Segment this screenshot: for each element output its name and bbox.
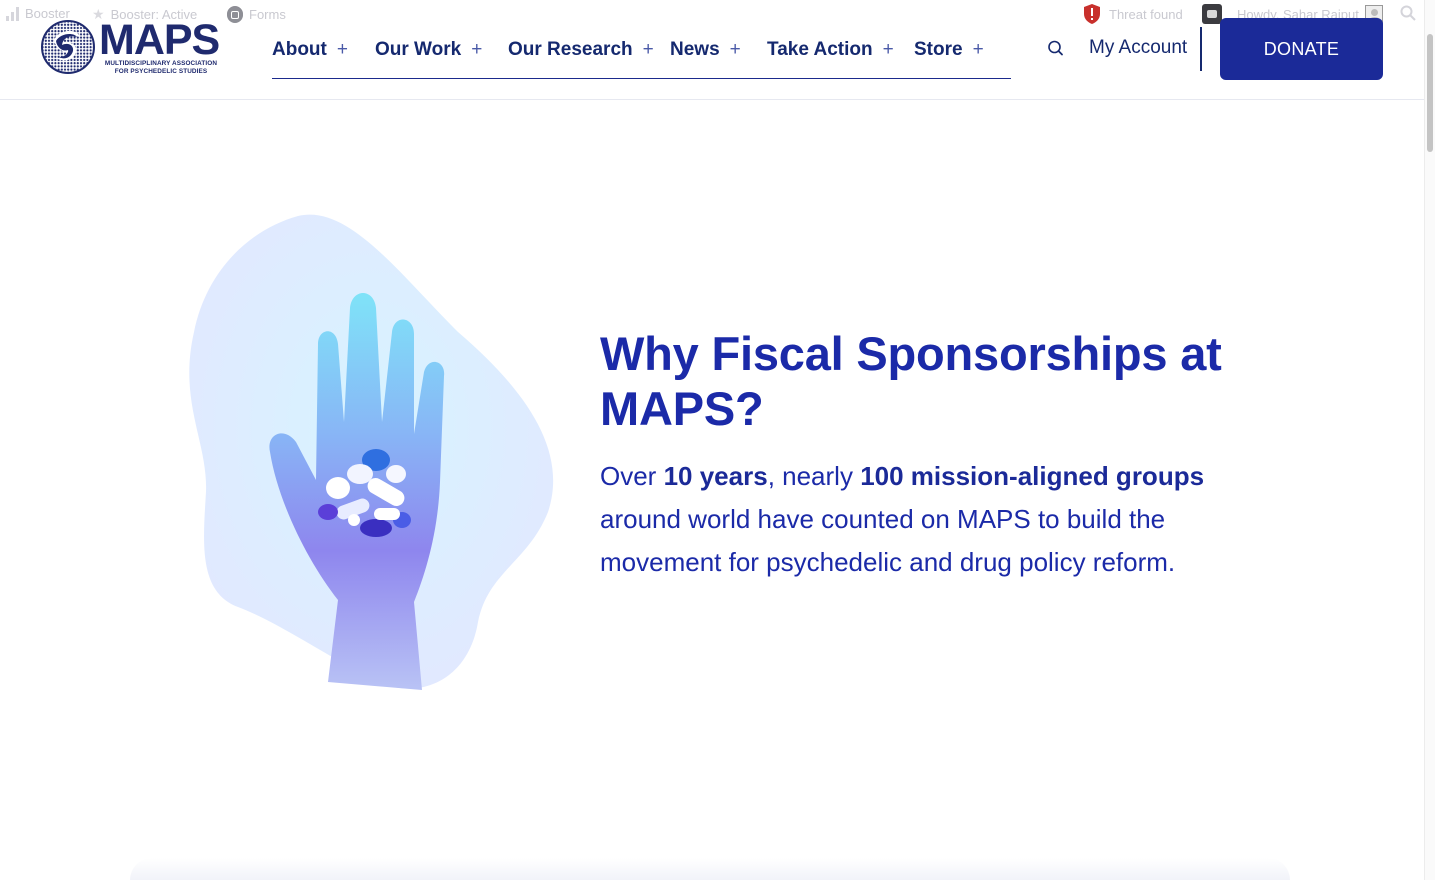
nav-item-take-action[interactable]: Take Action +: [767, 36, 894, 64]
nav-label: News: [670, 39, 720, 60]
nav-item-about[interactable]: About +: [272, 36, 348, 64]
plus-icon: +: [729, 39, 741, 60]
my-account-link[interactable]: My Account: [1089, 37, 1187, 59]
logo-wordmark: MAPS: [99, 16, 220, 64]
hand-pills-illustration: [189, 214, 554, 690]
plus-icon: +: [882, 39, 894, 60]
para-text-2: , nearly: [767, 461, 861, 491]
site-header: MAPS MULTIDISCIPLINARY ASSOCIATION FOR P…: [0, 0, 1424, 100]
logo-subtitle-1: MULTIDISCIPLINARY ASSOCIATION: [104, 60, 218, 67]
main-nav: About + Our Work + Our Research + News +…: [272, 36, 1011, 79]
hero-paragraph: Over 10 years, nearly 100 mission-aligne…: [600, 455, 1260, 584]
header-divider: [1200, 27, 1202, 71]
logo-subtitle-2: FOR PSYCHEDELIC STUDIES: [114, 67, 208, 75]
hero-image: [188, 212, 560, 690]
next-section-edge: [130, 858, 1290, 880]
para-bold-groups: 100 mission-aligned groups: [860, 461, 1205, 491]
plus-icon: +: [642, 39, 654, 60]
nav-item-store[interactable]: Store +: [914, 36, 984, 64]
scrollbar-thumb[interactable]: [1427, 34, 1433, 152]
para-text-3: around world have counted on MAPS to bui…: [600, 504, 1176, 577]
nav-label: Store: [914, 39, 963, 60]
nav-item-our-research[interactable]: Our Research +: [508, 36, 654, 64]
maps-logo[interactable]: MAPS MULTIDISCIPLINARY ASSOCIATION FOR P…: [41, 16, 223, 75]
nav-item-our-work[interactable]: Our Work +: [375, 36, 482, 64]
nav-label: Our Work: [375, 39, 462, 60]
donate-button[interactable]: DONATE: [1220, 18, 1383, 80]
para-text-1: Over: [600, 461, 664, 491]
nav-label: Take Action: [767, 39, 873, 60]
plus-icon: +: [336, 39, 348, 60]
scrollbar[interactable]: [1424, 0, 1435, 880]
hero-heading: Why Fiscal Sponsorships at MAPS?: [600, 327, 1222, 435]
plus-icon: +: [972, 39, 984, 60]
search-icon: [1048, 40, 1063, 56]
globe-logo-icon: [41, 20, 95, 74]
plus-icon: +: [471, 39, 483, 60]
search-button[interactable]: [1046, 39, 1066, 59]
nav-item-news[interactable]: News +: [670, 36, 741, 64]
nav-label: About: [272, 39, 327, 60]
logo-text: MAPS MULTIDISCIPLINARY ASSOCIATION FOR P…: [99, 16, 223, 75]
nav-label: Our Research: [508, 39, 633, 60]
forms-badge-icon: [227, 7, 243, 23]
para-bold-years: 10 years: [663, 461, 768, 491]
